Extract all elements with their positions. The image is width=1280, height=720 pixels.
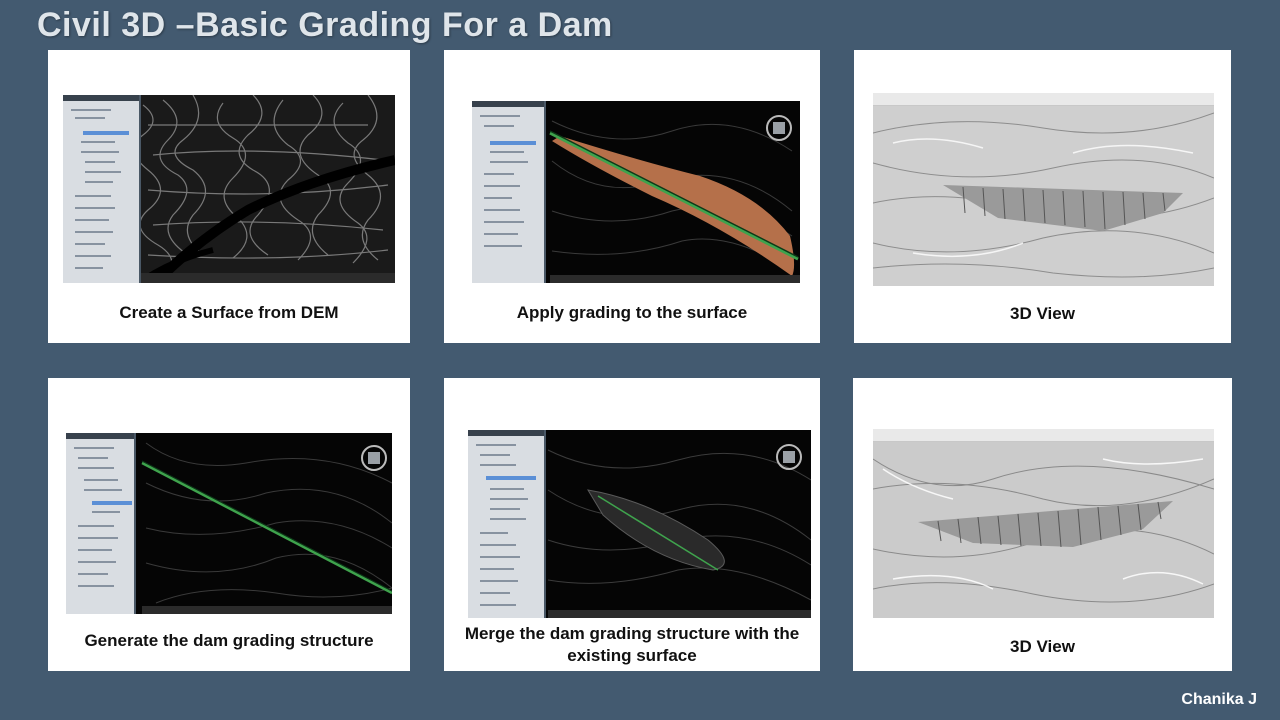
slide-title: Civil 3D –Basic Grading For a Dam <box>37 6 613 44</box>
grading-screenshot <box>472 101 800 283</box>
card-caption: 3D View <box>1010 304 1075 323</box>
dem-surface-screenshot <box>63 95 395 283</box>
viewcube-icon[interactable] <box>766 115 792 141</box>
3d-view-screenshot <box>873 93 1214 286</box>
toolspace-panel <box>472 101 546 283</box>
toolspace-panel <box>66 433 136 614</box>
viewer-toolbar <box>873 429 1214 442</box>
card-caption: Merge the dam grading structure with the… <box>464 624 800 665</box>
card-3d-view-top: 3D View <box>854 50 1231 343</box>
card-dam-structure: Generate the dam grading structure <box>48 378 410 671</box>
author-name: Chanika J <box>1181 691 1257 708</box>
card-caption: Apply grading to the surface <box>516 303 748 322</box>
dam-structure-screenshot <box>66 433 392 614</box>
viewcube-icon[interactable] <box>361 445 387 471</box>
card-merge-surface: Merge the dam grading structure with the… <box>444 378 820 671</box>
toolspace-panel <box>468 430 546 618</box>
card-caption: 3D View <box>1010 637 1075 656</box>
card-caption: Generate the dam grading structure <box>84 631 374 650</box>
viewcube-icon[interactable] <box>776 444 802 470</box>
card-apply-grading: Apply grading to the surface <box>444 50 820 343</box>
toolspace-panel <box>63 95 141 283</box>
3d-mesh-image <box>873 105 1214 286</box>
card-caption: Create a Surface from DEM <box>119 303 339 322</box>
card-3d-view-bottom: 3D View <box>853 378 1232 671</box>
3d-view-screenshot <box>873 429 1214 618</box>
3d-mesh-image <box>873 441 1214 618</box>
merge-surface-screenshot <box>468 430 811 618</box>
viewer-toolbar <box>873 93 1214 106</box>
card-dem-surface: Create a Surface from DEM <box>48 50 410 343</box>
